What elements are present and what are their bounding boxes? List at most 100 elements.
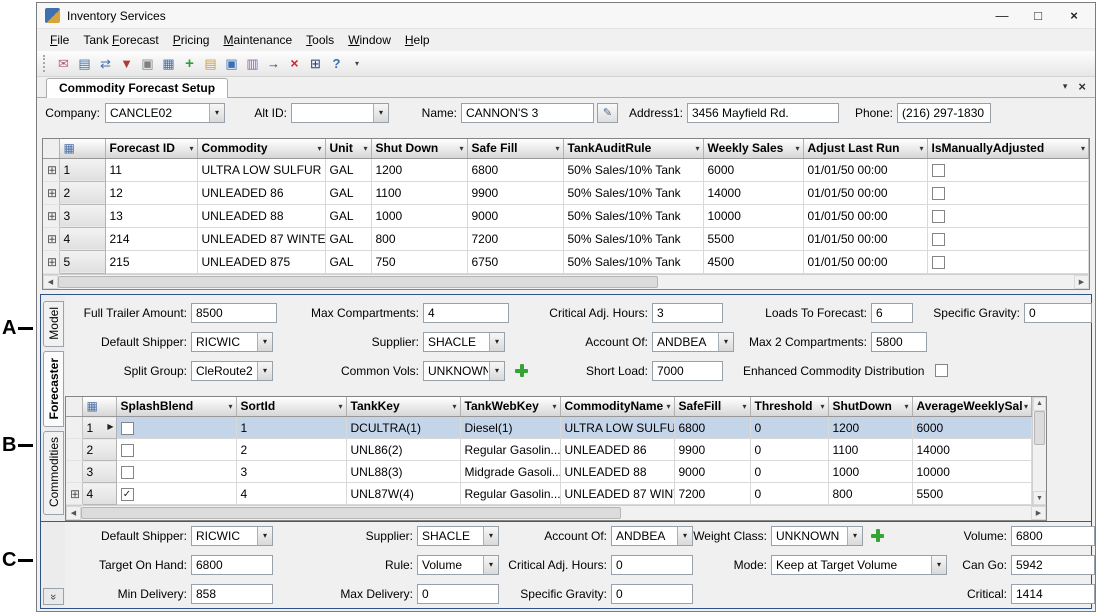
cell-commodityname[interactable]: UNLEADED 87 WINT... xyxy=(560,483,674,505)
address1-input[interactable]: 3456 Mayfield Rd. xyxy=(687,103,839,123)
cell-forecast-id[interactable]: 13 xyxy=(105,204,197,227)
column-filter-icon[interactable]: ▾ xyxy=(189,144,193,153)
cell-safefill[interactable]: 9900 xyxy=(674,439,750,461)
account-of-combo[interactable]: ANDBEA ▾ xyxy=(652,332,734,352)
cell-averageweeklysal[interactable]: 14000 xyxy=(912,439,1032,461)
row-expander-icon[interactable]: ⊞ xyxy=(43,204,59,227)
row-header[interactable]: 2 xyxy=(82,439,116,461)
grid-row[interactable]: 1▶1DCULTRA(1)Diesel(1)ULTRA LOW SULFUR..… xyxy=(66,417,1032,439)
cell-tankkey[interactable]: DCULTRA(1) xyxy=(346,417,460,439)
cell-safe-fill[interactable]: 6750 xyxy=(467,250,563,273)
short-load-input[interactable]: 7000 xyxy=(652,361,723,381)
cell-shut-down[interactable]: 1100 xyxy=(371,181,467,204)
cell-threshold[interactable]: 0 xyxy=(750,417,828,439)
scroll-thumb[interactable] xyxy=(58,276,658,288)
scroll-right-icon[interactable]: ▶ xyxy=(1031,506,1046,520)
cell-adjust-last-run[interactable]: 01/01/50 00:00 xyxy=(803,227,927,250)
column-header-sortid[interactable]: SortId▾ xyxy=(236,397,346,417)
tank-vscrollbar[interactable]: ▲ ▼ xyxy=(1032,397,1046,506)
row-expander-icon[interactable]: ⊞ xyxy=(43,158,59,181)
splashblend-checkbox[interactable] xyxy=(121,422,134,435)
commodity-supplier-combo[interactable]: SHACLE ▾ xyxy=(417,526,499,546)
cell-weekly-sales[interactable]: 14000 xyxy=(703,181,803,204)
max-2-compartments-input[interactable]: 5800 xyxy=(871,332,927,352)
row-header[interactable]: 4 xyxy=(82,483,116,505)
combo-arrow-icon[interactable]: ▾ xyxy=(257,362,272,380)
scroll-track[interactable] xyxy=(1033,445,1046,492)
combo-arrow-icon[interactable]: ▾ xyxy=(483,556,498,574)
cell-forecast-id[interactable]: 215 xyxy=(105,250,197,273)
column-header-safe-fill[interactable]: Safe Fill▾ xyxy=(467,139,563,158)
cell-safefill[interactable]: 7200 xyxy=(674,483,750,505)
cell-commodity[interactable]: UNLEADED 87 WINTE xyxy=(197,227,325,250)
column-header-averageweeklysal[interactable]: AverageWeeklySal▾ xyxy=(912,397,1032,417)
column-header-shutdown[interactable]: ShutDown▾ xyxy=(828,397,912,417)
cell-safe-fill[interactable]: 7200 xyxy=(467,227,563,250)
cell-weekly-sales[interactable]: 4500 xyxy=(703,250,803,273)
cell-safe-fill[interactable]: 9900 xyxy=(467,181,563,204)
cell-sortid[interactable]: 2 xyxy=(236,439,346,461)
combo-arrow-icon[interactable]: ▾ xyxy=(483,527,498,545)
cell-safe-fill[interactable]: 6800 xyxy=(467,158,563,181)
cell-adjust-last-run[interactable]: 01/01/50 00:00 xyxy=(803,250,927,273)
toolbar-overflow-button[interactable]: ▾ xyxy=(350,59,364,68)
column-filter-icon[interactable]: ▾ xyxy=(1024,402,1028,411)
max-delivery-input[interactable]: 0 xyxy=(417,584,499,604)
import-icon[interactable]: ▼ xyxy=(116,53,137,74)
open-folder-icon[interactable]: ▤ xyxy=(200,54,221,75)
grid-corner-icon[interactable]: ▦ xyxy=(59,139,105,158)
row-expander-icon[interactable]: ⊞ xyxy=(43,227,59,250)
name-input[interactable]: CANNON'S 3 xyxy=(461,103,594,123)
side-tab-forecaster[interactable]: Forecaster xyxy=(43,351,64,427)
minimize-button[interactable]: — xyxy=(987,8,1017,23)
cell-shutdown[interactable]: 1000 xyxy=(828,461,912,483)
critical-input[interactable]: 1414 xyxy=(1011,584,1095,604)
splashblend-checkbox[interactable] xyxy=(121,444,134,457)
company-combo[interactable]: CANCLE02 ▾ xyxy=(105,103,225,123)
grid-row[interactable]: ⊞4214UNLEADED 87 WINTEGAL800720050% Sale… xyxy=(43,227,1089,250)
transfer-icon[interactable]: ⇄ xyxy=(95,54,116,75)
column-header-safefill[interactable]: SafeFill▾ xyxy=(674,397,750,417)
cell-shut-down[interactable]: 750 xyxy=(371,250,467,273)
cell-shutdown[interactable]: 1100 xyxy=(828,439,912,461)
supplier-combo[interactable]: SHACLE ▾ xyxy=(423,332,505,352)
cell-averageweeklysal[interactable]: 6000 xyxy=(912,417,1032,439)
scroll-track[interactable] xyxy=(658,275,1074,289)
exit-icon[interactable]: → xyxy=(263,53,284,74)
min-delivery-input[interactable]: 858 xyxy=(191,584,273,604)
grid-row[interactable]: ⊞4✓4UNL87W(4)Regular Gasolin...UNLEADED … xyxy=(66,483,1032,505)
cell-commodityname[interactable]: UNLEADED 88 xyxy=(560,461,674,483)
cell-tankwebkey[interactable]: Midgrade Gasoli... xyxy=(460,461,560,483)
cell-weekly-sales[interactable]: 10000 xyxy=(703,204,803,227)
column-filter-icon[interactable]: ▾ xyxy=(695,144,699,153)
menu-help[interactable]: Help xyxy=(398,31,437,49)
side-tab-model[interactable]: Model xyxy=(43,301,64,347)
splashblend-checkbox[interactable]: ✓ xyxy=(121,488,134,501)
scroll-right-icon[interactable]: ▶ xyxy=(1074,275,1089,289)
help-icon[interactable]: ? xyxy=(326,53,347,74)
delete-icon[interactable]: × xyxy=(284,53,305,74)
menu-pricing[interactable]: Pricing xyxy=(166,31,217,49)
splashblend-checkbox[interactable] xyxy=(121,466,134,479)
cell-tankauditrule[interactable]: 50% Sales/10% Tank xyxy=(563,181,703,204)
column-filter-icon[interactable]: ▾ xyxy=(363,144,367,153)
phone-input[interactable]: (216) 297-1830 xyxy=(897,103,991,123)
grid-row[interactable]: 22UNL86(2)Regular Gasolin...UNLEADED 869… xyxy=(66,439,1032,461)
loads-to-forecast-input[interactable]: 6 xyxy=(871,303,913,323)
side-tab-commodities[interactable]: Commodities xyxy=(43,431,64,515)
cell-forecast-id[interactable]: 12 xyxy=(105,181,197,204)
column-header-threshold[interactable]: Threshold▾ xyxy=(750,397,828,417)
tab-commodity-forecast-setup[interactable]: Commodity Forecast Setup xyxy=(46,78,228,98)
rule-combo[interactable]: Volume ▾ xyxy=(417,555,499,575)
new-window-icon[interactable]: ⊞ xyxy=(305,54,326,75)
cell-unit[interactable]: GAL xyxy=(325,250,371,273)
grid-row[interactable]: ⊞313UNLEADED 88GAL1000900050% Sales/10% … xyxy=(43,204,1089,227)
ismanuallyadjusted-checkbox[interactable] xyxy=(932,233,945,246)
enhanced-commodity-distribution-checkbox[interactable] xyxy=(935,364,948,377)
cell-tankwebkey[interactable]: Regular Gasolin... xyxy=(460,483,560,505)
cell-unit[interactable]: GAL xyxy=(325,227,371,250)
ismanuallyadjusted-checkbox[interactable] xyxy=(932,210,945,223)
column-filter-icon[interactable]: ▾ xyxy=(820,402,824,411)
row-header[interactable]: 2 xyxy=(59,181,105,204)
combo-arrow-icon[interactable]: ▾ xyxy=(489,362,504,380)
